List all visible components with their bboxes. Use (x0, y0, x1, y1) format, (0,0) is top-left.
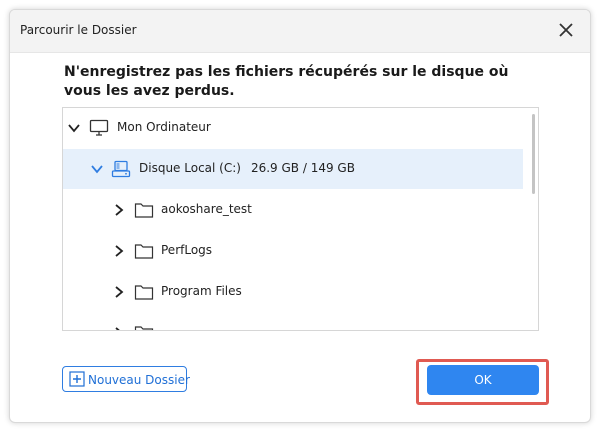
folder-icon (134, 244, 154, 259)
tree-item-folder[interactable]: Program Files (63, 272, 523, 312)
dialog-title: Parcourir le Dossier (20, 23, 137, 37)
chevron-right-icon[interactable] (112, 285, 126, 299)
drive-size: 26.9 GB / 149 GB (250, 161, 355, 175)
tree-item-folder[interactable]: aokoshare_test (63, 190, 523, 230)
add-folder-icon (69, 371, 85, 387)
tree-item-label: aokoshare_test (161, 202, 252, 216)
tree-item-computer[interactable]: Mon Ordinateur (63, 108, 523, 148)
tree-scrollbar[interactable] (532, 114, 535, 194)
chevron-down-icon[interactable] (90, 162, 104, 176)
folder-tree[interactable]: Mon Ordinateur Disque Local (C:) 26.9 GB … (62, 107, 539, 331)
chevron-down-icon[interactable] (67, 121, 81, 135)
folder-icon (134, 326, 154, 330)
tree-item-label: Mon Ordinateur (117, 120, 211, 134)
warning-heading: N'enregistrez pas les fichiers récupérés… (64, 64, 509, 99)
monitor-icon (89, 119, 109, 136)
drive-icon (111, 160, 131, 178)
tree-item-label: PerfLogs (161, 243, 213, 257)
title-bar: Parcourir le Dossier (10, 10, 590, 53)
chevron-right-icon[interactable] (112, 244, 126, 258)
tree-item-label: Program Files (161, 284, 242, 298)
ok-button[interactable]: OK (427, 365, 539, 395)
new-folder-button[interactable]: Nouveau Dossier (62, 366, 190, 392)
browse-folder-dialog: Parcourir le Dossier N'enregistrez pas l… (9, 9, 591, 423)
tree-item-folder-partial[interactable] (63, 313, 523, 331)
new-folder-label: Nouveau Dossier (88, 373, 190, 387)
chevron-right-icon[interactable] (112, 203, 126, 217)
tree-item-folder[interactable]: PerfLogs (63, 231, 523, 271)
ok-label: OK (474, 373, 492, 387)
chevron-right-icon[interactable] (112, 326, 126, 331)
folder-icon (134, 285, 154, 300)
folder-icon (134, 203, 154, 218)
tree-item-label: Disque Local (C:) 26.9 GB / 149 GB (139, 161, 355, 175)
tree-item-local-disk[interactable]: Disque Local (C:) 26.9 GB / 149 GB (63, 149, 523, 189)
drive-name: Disque Local (C:) (139, 161, 241, 175)
close-icon[interactable] (556, 20, 576, 40)
